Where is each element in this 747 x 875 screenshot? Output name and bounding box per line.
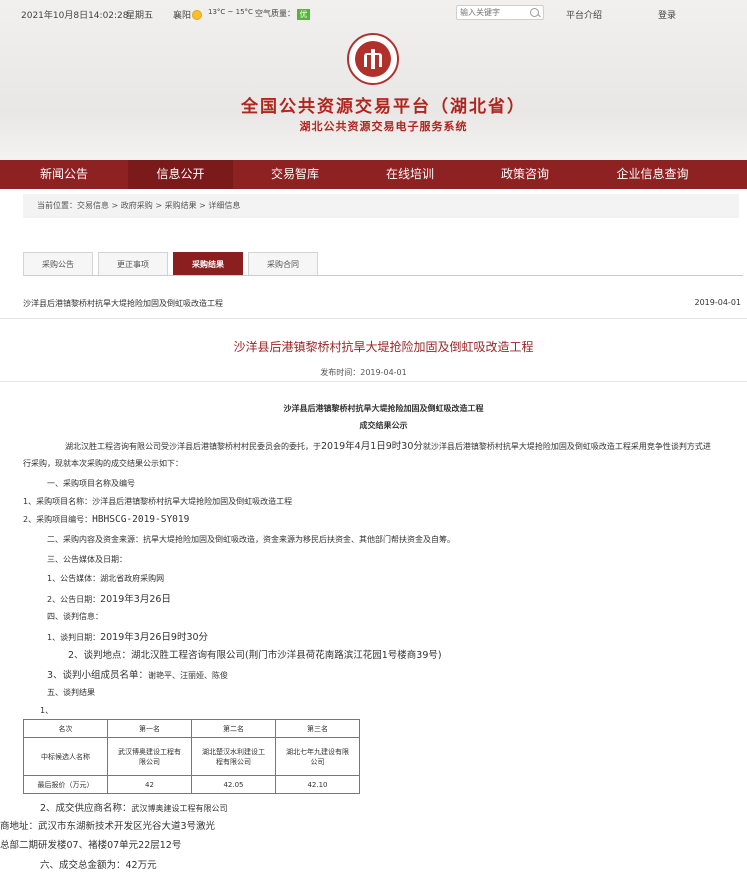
section-1-title: 一、采购项目名称及编号	[47, 479, 135, 488]
nav-item-think-tank[interactable]: 交易智库	[233, 160, 357, 189]
table-cell: 中标候选人名称	[23, 737, 108, 776]
air-quality-label: 空气质量：	[255, 9, 295, 18]
temperature: 13°C ~ 15°C	[208, 8, 253, 16]
platform-intro-link[interactable]: 平台介绍	[566, 8, 602, 21]
tab-procurement-notice[interactable]: 采购公告	[23, 252, 93, 275]
nav-item-news[interactable]: 新闻公告	[0, 160, 128, 189]
intro-text-a: 湖北汉胜工程咨询有限公司受沙洋县后港镇黎桥村村民委员会的委托，于	[65, 442, 321, 451]
supplier-label: 2、成交供应商名称：	[40, 803, 132, 814]
table-cell: 武汉博奥建设工程有 限公司	[107, 737, 192, 776]
section-5-item-1: 1、	[40, 706, 54, 715]
project-code-label: 2、采购项目编号：	[23, 515, 93, 524]
cell-line: 公司	[310, 757, 325, 766]
section-3-item-2: 2、公告日期：2019年3月26日	[47, 591, 171, 605]
notice-date: 2019年3月26日	[100, 594, 171, 605]
air-quality-badge: 优	[297, 9, 310, 20]
intro-line-2: 行采购，现就本次采购的成交结果公示如下：	[23, 459, 183, 468]
intro-paragraph: 湖北汉胜工程咨询有限公司受沙洋县后港镇黎桥村村民委员会的委托，于2019年4月1…	[65, 438, 711, 452]
nav-item-policy-consult[interactable]: 政策咨询	[463, 160, 587, 189]
sun-icon	[192, 10, 202, 20]
divider	[0, 318, 747, 319]
section-4-item-1: 1、谈判日期：2019年3月26日9时30分	[47, 629, 208, 643]
panel-members: 谢艳平、汪丽娅、陈俊	[148, 671, 229, 680]
supplier-address-line-2: 总部二期研发楼07、褚楼07单元22层12号	[0, 840, 182, 851]
nav-item-info-disclosure[interactable]: 信息公开	[128, 160, 233, 189]
weekday: 星期五	[126, 11, 154, 21]
table-cell: 湖北七年九建设有限 公司	[275, 737, 360, 776]
panel-members-label: 3、谈判小组成员名单：	[47, 670, 149, 681]
current-datetime: 2021年10月8日14:02:28	[21, 11, 129, 21]
site-header: 2021年10月8日14:02:28 星期五 襄阳 13°C ~ 15°C 空气…	[0, 0, 747, 160]
section-4-title: 四、谈判信息：	[47, 612, 103, 621]
section-3-title: 三、公告媒体及日期：	[47, 555, 127, 564]
section-4-item-2: 2、谈判地点：湖北汉胜工程咨询有限公司(荆门市沙洋县荷花南路滨江花园1号楼商39…	[68, 650, 442, 661]
notice-date-label: 2、公告日期：	[47, 595, 101, 604]
cell-line: 限公司	[139, 757, 160, 766]
top-info-bar: 2021年10月8日14:02:28 星期五 襄阳 13°C ~ 15°C 空气…	[0, 6, 747, 22]
negotiation-date-label: 1、谈判日期：	[47, 633, 101, 642]
section-6: 六、成交总金额为：42万元	[40, 860, 157, 871]
table-cell: 湖北楚汉水利建设工 程有限公司	[191, 737, 276, 776]
article-heading: 沙洋县后港镇黎桥村抗旱大堤抢险加固及倒虹吸改造工程	[283, 404, 484, 413]
table-cell: 42.05	[191, 775, 276, 794]
search-icon[interactable]	[530, 8, 539, 17]
breadcrumb: 当前位置：交易信息 > 政府采购 > 采购结果 > 详细信息	[23, 194, 739, 218]
site-subtitle: 湖北公共资源交易电子服务系统	[299, 120, 468, 133]
supplier-address: 商地址：武汉市东湖新技术开发区光谷大道3号激光	[0, 818, 215, 832]
tab-procurement-result[interactable]: 采购结果	[173, 252, 243, 275]
main-nav: 新闻公告 信息公开 交易智库 在线培训 政策咨询 企业信息查询	[0, 160, 747, 189]
table-header-cell: 第三名	[275, 719, 360, 738]
results-table: 名次 第一名 第二名 第三名 中标候选人名称 武汉博奥建设工程有 限公司 湖北楚汉…	[23, 719, 360, 794]
section-2: 二、采购内容及资金来源：抗旱大堤抢险加固及倒虹吸改造，资金来源为移民后扶资金、其…	[47, 535, 455, 544]
negotiation-date: 2019年3月26日9时30分	[100, 632, 209, 643]
section-4-item-3: 3、谈判小组成员名单：谢艳平、汪丽娅、陈俊	[47, 667, 228, 681]
section-5-title: 五、谈判结果	[47, 688, 95, 697]
result-list-title[interactable]: 沙洋县后港镇黎桥村抗旱大堤抢险加固及倒虹吸改造工程	[23, 298, 223, 309]
cell-line: 湖北楚汉水利建设工	[202, 747, 265, 756]
intro-text-c: 就沙洋县后港镇黎桥村抗旱大堤抢险加固及倒虹吸改造工程采用竞争性谈判方式进	[422, 442, 711, 451]
cell-line: 湖北七年九建设有限	[286, 747, 349, 756]
table-cell: 42.10	[275, 775, 360, 794]
section-1-item-2: 2、采购项目编号：HBHSCG-2019-SY019	[23, 514, 189, 525]
table-cell: 42	[107, 775, 192, 794]
article-title: 沙洋县后港镇黎桥村抗旱大堤抢险加固及倒虹吸改造工程	[233, 340, 534, 354]
table-row: 最后报价（万元） 42 42.05 42.10	[23, 775, 360, 794]
section-3-item-1: 1、公告媒体：湖北省政府采购网	[47, 574, 165, 583]
tabs-divider	[23, 275, 743, 276]
cell-line: 程有限公司	[216, 757, 251, 766]
login-link[interactable]: 登录	[658, 8, 676, 21]
tab-procurement-contract[interactable]: 采购合同	[248, 252, 318, 275]
table-header-cell: 名次	[23, 719, 108, 738]
article-subheading: 成交结果公示	[359, 421, 408, 430]
table-row: 中标候选人名称 武汉博奥建设工程有 限公司 湖北楚汉水利建设工 程有限公司 湖北七年…	[23, 737, 360, 776]
address-label: 商地址：	[0, 821, 39, 832]
table-header-cell: 第二名	[191, 719, 276, 738]
project-code: HBHSCG-2019-SY019	[92, 514, 190, 525]
supplier-name: 武汉博奥建设工程有限公司	[131, 804, 228, 813]
nav-item-enterprise-query[interactable]: 企业信息查询	[587, 160, 718, 189]
table-header-cell: 第一名	[107, 719, 192, 738]
city-name: 襄阳	[173, 11, 192, 21]
platform-emblem-icon	[347, 33, 399, 85]
divider	[0, 381, 747, 382]
cell-line: 武汉博奥建设工程有	[118, 747, 181, 756]
table-row: 名次 第一名 第二名 第三名	[23, 719, 360, 738]
tab-corrections[interactable]: 更正事项	[98, 252, 168, 275]
address-value: 武汉市东湖新技术开发区光谷大道3号激光	[38, 821, 216, 832]
site-title: 全国公共资源交易平台（湖北省）	[241, 97, 526, 117]
intro-date: 2019年4月1日9时30分	[321, 441, 423, 452]
nav-item-online-training[interactable]: 在线培训	[357, 160, 463, 189]
section-1-item-1: 1、采购项目名称：沙洋县后港镇黎桥村抗旱大堤抢险加固及倒虹吸改造工程	[23, 497, 293, 506]
section-5-item-2: 2、成交供应商名称：武汉博奥建设工程有限公司	[40, 800, 228, 814]
result-list-date: 2019-04-01	[694, 298, 742, 307]
table-cell: 最后报价（万元）	[23, 775, 108, 794]
article-publish-time: 发布时间：2019-04-01	[320, 368, 407, 377]
